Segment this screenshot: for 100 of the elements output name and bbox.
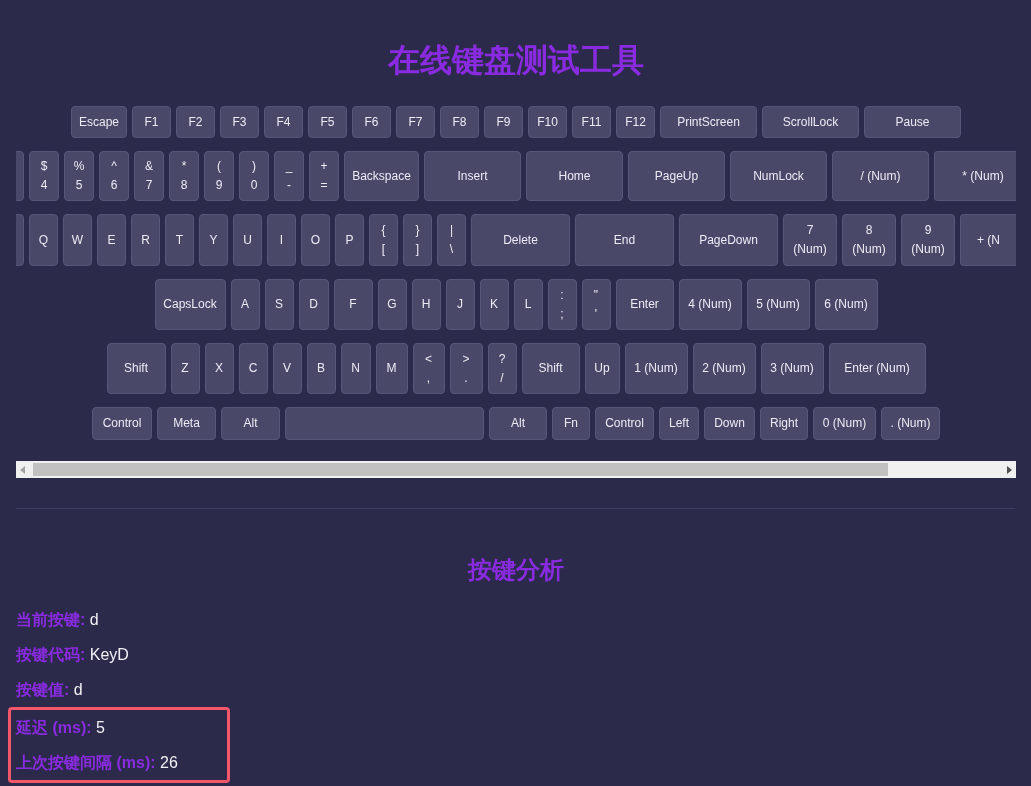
keyboard-key[interactable]: * (Num) — [934, 151, 1016, 201]
keyboard-key[interactable]: F5 — [308, 106, 347, 138]
keyboard-key[interactable]: Delete — [471, 214, 570, 266]
keyboard-key[interactable]: ) 0 — [239, 151, 269, 201]
keyboard-key[interactable]: Backspace — [344, 151, 419, 201]
keyboard-key[interactable]: End — [575, 214, 674, 266]
keyboard-key[interactable]: 5 (Num) — [746, 279, 810, 330]
keyboard-key[interactable]: F10 — [528, 106, 567, 138]
keyboard-key[interactable]: Right — [760, 407, 808, 440]
keyboard-key[interactable]: : ; — [547, 279, 577, 330]
keyboard-key[interactable]: N — [340, 343, 371, 394]
keyboard-key[interactable]: L — [513, 279, 543, 330]
keyboard-key[interactable]: 3 (Num) — [760, 343, 824, 394]
keyboard-key[interactable]: 2 (Num) — [692, 343, 756, 394]
keyboard-key[interactable]: 8 (Num) — [842, 214, 896, 266]
keyboard-key[interactable]: F1 — [132, 106, 171, 138]
keyboard-key[interactable]: 7 (Num) — [783, 214, 837, 266]
keyboard-key[interactable]: ( 9 — [204, 151, 234, 201]
keyboard-key[interactable]: PrintScreen — [660, 106, 757, 138]
keyboard-key[interactable]: PageDown — [679, 214, 778, 266]
keyboard-key[interactable]: F4 — [264, 106, 303, 138]
keyboard-key[interactable]: X — [204, 343, 234, 394]
keyboard-key[interactable]: CapsLock — [154, 279, 226, 330]
keyboard-key[interactable]: Shift — [521, 343, 580, 394]
keyboard-key[interactable]: F2 — [176, 106, 215, 138]
keyboard-key[interactable]: Meta — [157, 407, 216, 440]
keyboard-key[interactable]: G — [377, 279, 407, 330]
horizontal-scrollbar[interactable] — [16, 461, 1016, 478]
keyboard-key[interactable]: ScrollLock — [762, 106, 859, 138]
keyboard-key[interactable]: S — [264, 279, 294, 330]
keyboard-key[interactable]: F11 — [572, 106, 611, 138]
keyboard-key[interactable]: + (N — [960, 214, 1016, 266]
keyboard-key[interactable]: Q — [29, 214, 58, 266]
scrollbar-thumb[interactable] — [33, 463, 888, 476]
keyboard-key[interactable]: J — [445, 279, 475, 330]
keyboard-key[interactable]: D — [298, 279, 329, 330]
keyboard-key[interactable]: ? / — [487, 343, 517, 394]
keyboard-key[interactable]: Z — [170, 343, 200, 394]
keyboard-key[interactable]: Control — [595, 407, 654, 440]
keyboard-key[interactable]: T — [165, 214, 194, 266]
keyboard-key[interactable]: % 5 — [64, 151, 94, 201]
keyboard-key[interactable]: H — [411, 279, 441, 330]
keyboard-key[interactable]: { [ — [369, 214, 398, 266]
keyboard-key[interactable]: Y — [199, 214, 228, 266]
keyboard-key[interactable]: V — [272, 343, 302, 394]
keyboard-key[interactable]: F9 — [484, 106, 523, 138]
keyboard-key[interactable]: . (Num) — [881, 407, 940, 440]
keyboard-key[interactable]: Enter — [615, 279, 674, 330]
keyboard-key[interactable]: _ - — [274, 151, 304, 201]
keyboard-key[interactable]: F7 — [396, 106, 435, 138]
keyboard-key[interactable]: F6 — [352, 106, 391, 138]
keyboard-key[interactable]: A — [230, 279, 260, 330]
scroll-left-icon[interactable] — [20, 466, 25, 474]
keyboard-key[interactable]: Pause — [864, 106, 961, 138]
keyboard-key[interactable]: Fn — [552, 407, 590, 440]
keyboard-key[interactable]: Home — [526, 151, 623, 201]
keyboard-key[interactable]: I — [267, 214, 296, 266]
keyboard-key[interactable]: W — [63, 214, 92, 266]
keyboard-key[interactable]: Alt — [221, 407, 280, 440]
keyboard-key[interactable]: Shift — [106, 343, 166, 394]
scroll-right-icon[interactable] — [1007, 466, 1012, 474]
keyboard-key[interactable]: * 8 — [169, 151, 199, 201]
keyboard-key[interactable]: Escape — [71, 106, 127, 138]
keyboard-key[interactable]: 0 (Num) — [813, 407, 876, 440]
keyboard-key[interactable]: $ 4 — [29, 151, 59, 201]
space-key[interactable] — [285, 407, 484, 440]
keyboard-key[interactable]: P — [335, 214, 364, 266]
keyboard-key[interactable]: C — [238, 343, 268, 394]
keyboard-key[interactable]: 9 (Num) — [901, 214, 955, 266]
keyboard-key[interactable]: B — [306, 343, 336, 394]
keyboard-key[interactable]: 4 (Num) — [678, 279, 742, 330]
keyboard-key[interactable]: Up — [584, 343, 620, 394]
keyboard-key[interactable]: F12 — [616, 106, 655, 138]
keyboard-key[interactable]: F8 — [440, 106, 479, 138]
keyboard-key[interactable]: Control — [92, 407, 152, 440]
keyboard-key[interactable]: 1 (Num) — [624, 343, 688, 394]
keyboard-key[interactable]: | \ — [437, 214, 466, 266]
keyboard-key[interactable]: R — [131, 214, 160, 266]
keyboard-key[interactable]: " ' — [581, 279, 611, 330]
keyboard-key[interactable]: F — [333, 279, 373, 330]
keyboard-key[interactable]: < , — [412, 343, 445, 394]
keyboard-key[interactable]: & 7 — [134, 151, 164, 201]
keyboard-key[interactable]: M — [375, 343, 408, 394]
keyboard-key[interactable]: K — [479, 279, 509, 330]
keyboard-key[interactable]: } ] — [403, 214, 432, 266]
keyboard-key[interactable]: > . — [449, 343, 483, 394]
keyboard-key[interactable]: PageUp — [628, 151, 725, 201]
keyboard-key[interactable]: ^ 6 — [99, 151, 129, 201]
keyboard-key[interactable]: U — [233, 214, 262, 266]
keyboard-key[interactable]: / (Num) — [832, 151, 929, 201]
keyboard-key[interactable]: Left — [659, 407, 699, 440]
keyboard-key[interactable]: NumLock — [730, 151, 827, 201]
keyboard-key[interactable]: F3 — [220, 106, 259, 138]
keyboard-key[interactable]: Enter (Num) — [828, 343, 926, 394]
keyboard-key[interactable]: O — [301, 214, 330, 266]
keyboard-key[interactable]: E — [97, 214, 126, 266]
keyboard-key[interactable]: 6 (Num) — [814, 279, 878, 330]
keyboard-key[interactable]: Alt — [489, 407, 547, 440]
keyboard-key[interactable]: Insert — [424, 151, 521, 201]
keyboard-key[interactable]: Down — [704, 407, 755, 440]
